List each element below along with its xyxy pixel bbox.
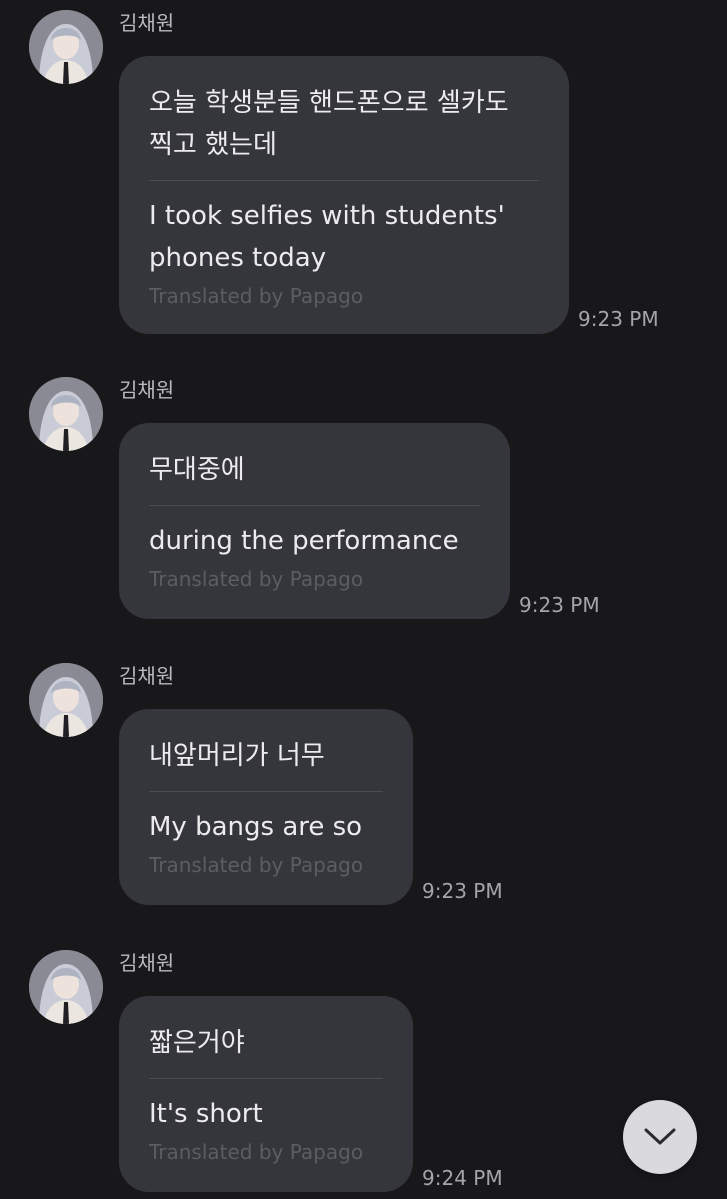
- avatar[interactable]: [29, 663, 103, 737]
- message-item: 김채원 짧은거야 It's short Translated by Papago…: [0, 950, 727, 1199]
- scroll-to-bottom-button[interactable]: [623, 1100, 697, 1174]
- avatar[interactable]: [29, 377, 103, 451]
- original-text: 무대중에: [149, 455, 245, 485]
- avatar[interactable]: [29, 10, 103, 84]
- avatar[interactable]: [29, 950, 103, 1024]
- timestamp: 9:24 PM: [422, 1166, 503, 1190]
- message-bubble[interactable]: 짧은거야 It's short Translated by Papago: [119, 996, 413, 1192]
- message-item: 김채원 내앞머리가 너무 My bangs are so Translated …: [0, 663, 727, 913]
- message-item: 김채원 오늘 학생분들 핸드폰으로 셀카도 찍고 했는데 I took self…: [0, 10, 727, 340]
- translation-credit: Translated by Papago: [149, 284, 364, 308]
- original-text: 내앞머리가 너무: [149, 741, 325, 771]
- original-text: 오늘 학생분들 핸드폰으로 셀카도 찍고 했는데: [149, 88, 509, 160]
- chevron-down-icon: [644, 1128, 676, 1145]
- message-bubble[interactable]: 내앞머리가 너무 My bangs are so Translated by P…: [119, 709, 413, 905]
- translated-text: My bangs are so: [149, 812, 363, 842]
- timestamp: 9:23 PM: [422, 879, 503, 903]
- timestamp: 9:23 PM: [578, 307, 659, 331]
- message-item: 김채원 무대중에 during the performance Translat…: [0, 377, 727, 627]
- message-bubble[interactable]: 무대중에 during the performance Translated b…: [119, 423, 510, 619]
- sender-name: 김채원: [119, 378, 175, 402]
- divider: [149, 791, 383, 792]
- translated-text: I took selfies with students' phones tod…: [149, 201, 505, 273]
- sender-name: 김채원: [119, 951, 175, 975]
- sender-name: 김채원: [119, 664, 175, 688]
- translation-credit: Translated by Papago: [149, 1140, 364, 1164]
- divider: [149, 1078, 383, 1079]
- divider: [149, 180, 539, 181]
- divider: [149, 505, 480, 506]
- translated-text: It's short: [149, 1099, 263, 1129]
- sender-name: 김채원: [119, 11, 175, 35]
- translated-text: during the performance: [149, 526, 459, 556]
- translation-credit: Translated by Papago: [149, 853, 364, 877]
- translation-credit: Translated by Papago: [149, 567, 364, 591]
- original-text: 짧은거야: [149, 1028, 245, 1058]
- message-bubble[interactable]: 오늘 학생분들 핸드폰으로 셀카도 찍고 했는데 I took selfies …: [119, 56, 569, 334]
- timestamp: 9:23 PM: [519, 593, 600, 617]
